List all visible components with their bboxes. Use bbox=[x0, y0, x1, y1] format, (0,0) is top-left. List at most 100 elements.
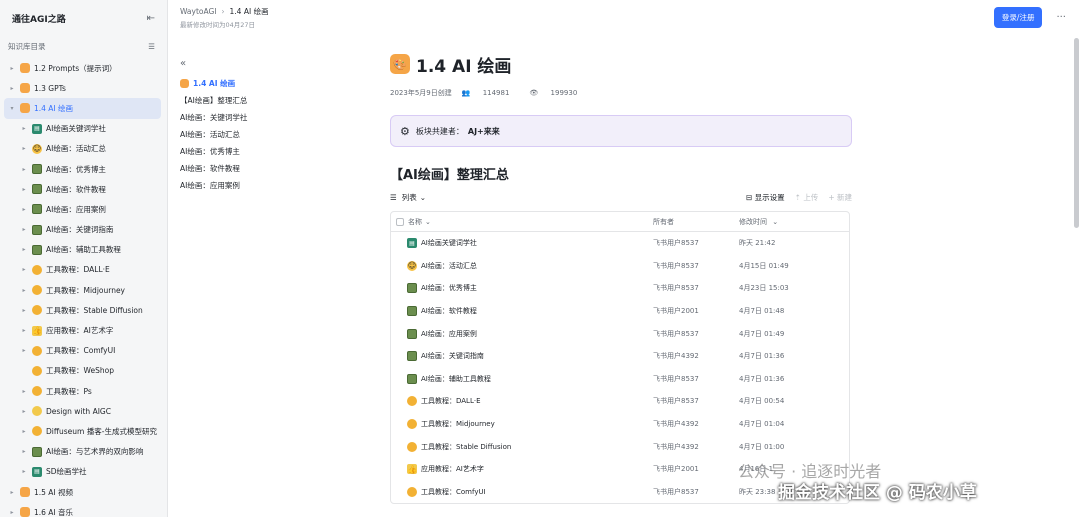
row-name: AI绘画：辅助工具教程 bbox=[421, 374, 491, 383]
toc-item[interactable]: AI绘画：活动汇总 bbox=[180, 126, 370, 143]
toc-item[interactable]: AI绘画：应用案例 bbox=[180, 177, 370, 194]
chevron-down-icon: ⌄ bbox=[419, 192, 427, 202]
sidebar-item[interactable]: 工具教程：WeShop bbox=[0, 361, 167, 381]
toc-item[interactable]: 1.4 AI 绘画 bbox=[180, 75, 370, 92]
name-column-header[interactable]: 名称 ⌄ bbox=[391, 217, 653, 227]
row-name-cell[interactable]: ▤ AI绘画关键词学社 bbox=[391, 238, 653, 249]
row-name-cell[interactable]: 工具教程：Midjourney bbox=[391, 419, 653, 430]
chevron-right-icon[interactable]: ▸ bbox=[20, 186, 28, 193]
time-column-header[interactable]: 修改时间 ⌄ bbox=[739, 217, 849, 227]
chevron-right-icon[interactable]: ▸ bbox=[8, 489, 16, 496]
sidebar-item[interactable]: ▸ 👍 应用教程：AI艺术字 bbox=[0, 320, 167, 340]
display-settings-button[interactable]: ⊟ 显示设置 bbox=[746, 192, 785, 203]
toc-item[interactable]: 【AI绘画】整理汇总 bbox=[180, 92, 370, 109]
sidebar-item[interactable]: ▸ 工具教程：ComfyUI bbox=[0, 341, 167, 361]
sidebar-item[interactable]: ▸ 1.6 AI 音乐 bbox=[0, 502, 167, 517]
table-row[interactable]: AI绘画：软件教程 飞书用户2001 4月7日 01:48 bbox=[391, 300, 849, 323]
sidebar-item[interactable]: ▸ 工具教程：DALL·E bbox=[0, 260, 167, 280]
sidebar-item[interactable]: ▸ AI绘画：应用案例 bbox=[0, 199, 167, 219]
table-row[interactable]: 工具教程：Midjourney 飞书用户4392 4月7日 01:04 bbox=[391, 413, 849, 436]
sidebar-item[interactable]: ▾ 1.4 AI 绘画 bbox=[4, 98, 161, 119]
sidebar-item[interactable]: ▸ 1.5 AI 视频 bbox=[0, 482, 167, 502]
row-name-cell[interactable]: AI绘画：关键词指南 bbox=[391, 351, 653, 362]
toc-item[interactable]: AI绘画：优秀博主 bbox=[180, 143, 370, 160]
toc-item[interactable]: AI绘画：软件教程 bbox=[180, 160, 370, 177]
chevron-right-icon[interactable]: ▸ bbox=[20, 166, 28, 173]
chevron-right-icon[interactable]: ▸ bbox=[20, 347, 28, 354]
chevron-right-icon[interactable]: ▸ bbox=[20, 388, 28, 395]
row-name-cell[interactable]: ☺ AI绘画：活动汇总 bbox=[391, 260, 653, 271]
sidebar-item[interactable]: ▸ Design with AIGC bbox=[0, 401, 167, 421]
row-name-cell[interactable]: AI绘画：优秀博主 bbox=[391, 283, 653, 294]
sidebar-item[interactable]: ▸ ☺ AI绘画：活动汇总 bbox=[0, 139, 167, 159]
wiki-title[interactable]: 通往AGI之路 bbox=[12, 12, 66, 25]
upload-button[interactable]: ⇡ 上传 bbox=[795, 192, 819, 203]
sidebar-item[interactable]: ▸ 工具教程：Stable Diffusion bbox=[0, 300, 167, 320]
chevron-right-icon[interactable]: ▸ bbox=[20, 307, 28, 314]
sidebar-item[interactable]: ▸ Diffuseum 播客-生成式模型研究 bbox=[0, 421, 167, 441]
collapse-toc-icon[interactable]: « bbox=[180, 58, 370, 69]
chevron-right-icon[interactable]: ▸ bbox=[20, 246, 28, 253]
chevron-right-icon[interactable]: ▸ bbox=[8, 65, 16, 72]
image-icon bbox=[32, 446, 42, 457]
chevron-down-icon[interactable]: ▾ bbox=[8, 105, 16, 112]
sidebar-item[interactable]: ▸ AI绘画：辅助工具教程 bbox=[0, 240, 167, 260]
row-name-cell[interactable]: AI绘画：软件教程 bbox=[391, 306, 653, 317]
sidebar-item-label: 1.5 AI 视频 bbox=[34, 487, 74, 497]
chevron-right-icon[interactable]: ▸ bbox=[20, 448, 28, 455]
view-switcher[interactable]: ☰ 列表 ⌄ bbox=[390, 192, 426, 203]
row-name: 工具教程：Midjourney bbox=[421, 420, 495, 429]
table-row[interactable]: AI绘画：优秀博主 飞书用户8537 4月23日 15:03 bbox=[391, 277, 849, 300]
sidebar-item[interactable]: ▸ 1.2 Prompts（提示词） bbox=[0, 58, 167, 78]
tree-options-icon[interactable]: ☰ bbox=[148, 42, 155, 51]
chevron-right-icon[interactable]: ▸ bbox=[8, 85, 16, 92]
table-row[interactable]: ▤ AI绘画关键词学社 飞书用户8537 昨天 21:42 bbox=[391, 232, 849, 255]
table-row[interactable]: 工具教程：Stable Diffusion 飞书用户4392 4月7日 01:00 bbox=[391, 435, 849, 458]
toc-item[interactable]: AI绘画：关键词学社 bbox=[180, 109, 370, 126]
sidebar-item[interactable]: ▸ AI绘画：关键词指南 bbox=[0, 220, 167, 240]
chevron-right-icon[interactable]: ▸ bbox=[20, 206, 28, 213]
sidebar-item[interactable]: ▸ AI绘画：与艺术界的双向影响 bbox=[0, 442, 167, 462]
login-button[interactable]: 登录/注册 bbox=[993, 7, 1043, 28]
sidebar-item[interactable]: ▸ AI绘画：软件教程 bbox=[0, 179, 167, 199]
row-name-cell[interactable]: 👍 应用教程：AI艺术字 bbox=[391, 464, 653, 475]
more-icon[interactable]: ··· bbox=[1056, 12, 1066, 23]
chevron-right-icon[interactable]: ▸ bbox=[20, 408, 28, 415]
table-row[interactable]: AI绘画：辅助工具教程 飞书用户8537 4月7日 01:36 bbox=[391, 368, 849, 391]
row-name: AI绘画：关键词指南 bbox=[421, 352, 484, 361]
new-button[interactable]: + 新建 bbox=[828, 192, 852, 203]
owner-column-header[interactable]: 所有者 bbox=[653, 217, 739, 227]
image-icon bbox=[407, 306, 417, 317]
scrollbar-thumb[interactable] bbox=[1074, 38, 1079, 228]
chevron-right-icon[interactable]: ▸ bbox=[20, 226, 28, 233]
row-name-cell[interactable]: AI绘画：应用案例 bbox=[391, 328, 653, 339]
row-name-cell[interactable]: 工具教程：DALL·E bbox=[391, 396, 653, 407]
table-row[interactable]: 工具教程：DALL·E 飞书用户8537 4月7日 00:54 bbox=[391, 390, 849, 413]
row-name-cell[interactable]: AI绘画：辅助工具教程 bbox=[391, 373, 653, 384]
row-name-cell[interactable]: 工具教程：Stable Diffusion bbox=[391, 441, 653, 452]
sidebar-item[interactable]: ▸ 工具教程：Ps bbox=[0, 381, 167, 401]
chevron-right-icon[interactable]: ▸ bbox=[20, 266, 28, 273]
row-name-cell[interactable]: 工具教程：ComfyUI bbox=[391, 486, 653, 497]
chevron-right-icon[interactable]: ▸ bbox=[20, 287, 28, 294]
sidebar-item[interactable]: ▸ ▤ AI绘画关键词学社 bbox=[0, 119, 167, 139]
chevron-right-icon[interactable]: ▸ bbox=[20, 468, 28, 475]
chevron-right-icon[interactable]: ▸ bbox=[20, 327, 28, 334]
collapse-sidebar-icon[interactable]: ⇤ bbox=[147, 13, 155, 24]
select-all-checkbox[interactable] bbox=[396, 217, 404, 226]
chevron-right-icon[interactable]: ▸ bbox=[20, 428, 28, 435]
table-row[interactable]: AI绘画：关键词指南 飞书用户4392 4月7日 01:36 bbox=[391, 345, 849, 368]
table-row[interactable]: ☺ AI绘画：活动汇总 飞书用户8537 4月15日 01:49 bbox=[391, 255, 849, 278]
sidebar-item[interactable]: ▸ 1.3 GPTs bbox=[0, 78, 167, 98]
thumb-icon: 👍 bbox=[407, 464, 417, 475]
sidebar-item[interactable]: ▸ AI绘画：优秀博主 bbox=[0, 159, 167, 179]
breadcrumb-current[interactable]: 1.4 AI 绘画 bbox=[230, 6, 269, 17]
chevron-right-icon[interactable]: ▸ bbox=[8, 509, 16, 516]
table-row[interactable]: AI绘画：应用案例 飞书用户8537 4月7日 01:49 bbox=[391, 322, 849, 345]
folder-icon bbox=[20, 83, 30, 94]
sidebar-item[interactable]: ▸ 工具教程：Midjourney bbox=[0, 280, 167, 300]
chevron-right-icon[interactable]: ▸ bbox=[20, 145, 28, 152]
breadcrumb-root[interactable]: WaytoAGI bbox=[180, 7, 217, 16]
sidebar-item[interactable]: ▸ ▤ SD绘画学社 bbox=[0, 462, 167, 482]
chevron-right-icon[interactable]: ▸ bbox=[20, 125, 28, 132]
